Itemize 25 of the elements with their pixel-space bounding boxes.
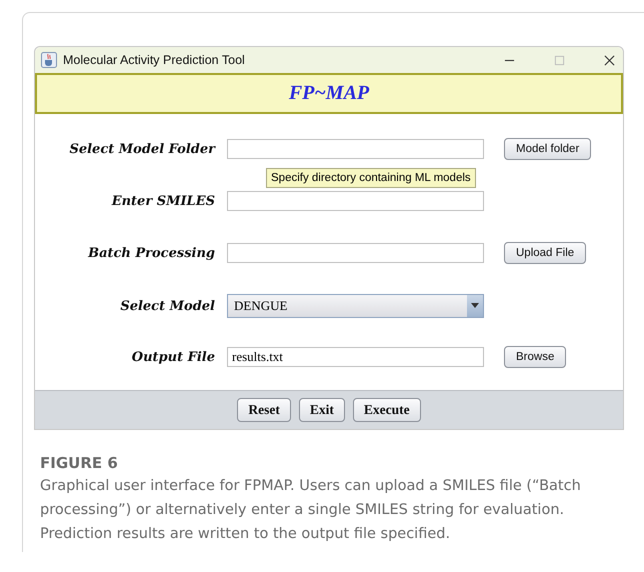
input-field[interactable]	[227, 139, 484, 159]
field-label: Batch Processing	[86, 246, 215, 260]
field-label: Enter SMILES	[110, 194, 215, 208]
cup-icon	[41, 52, 57, 68]
file-button[interactable]: Browse	[504, 346, 566, 368]
file-button[interactable]: Model folder	[504, 138, 592, 160]
input-field[interactable]: results.txt	[227, 347, 484, 367]
maximize-icon[interactable]	[554, 54, 565, 66]
window-title: Molecular Activity Prediction Tool	[63, 53, 245, 67]
input-field[interactable]	[227, 243, 484, 263]
tooltip: Specify directory containing ML models	[266, 168, 476, 188]
action-button[interactable]: Exit	[298, 398, 345, 422]
app-logo-title: FP~MAP	[288, 82, 370, 105]
figure-label: FIGURE 6	[40, 454, 119, 472]
field-label: Select Model	[119, 298, 215, 314]
field-label: Output File	[130, 350, 215, 364]
file-button[interactable]: Upload File	[504, 242, 586, 264]
figure-caption: Graphical user interface for FPMAP. Users can upload a SMILES file (“Batch processing”) or alternatively enter a single SMILES string for evaluation. Prediction results are written to the output file specified.	[40, 477, 582, 544]
action-button[interactable]: Reset	[237, 398, 291, 422]
input-field[interactable]	[227, 191, 484, 211]
action-button[interactable]: Execute	[352, 398, 421, 422]
field-label: Select Model Folder	[68, 142, 215, 156]
caret-icon	[471, 303, 479, 309]
close-icon[interactable]	[604, 54, 615, 66]
model-dropdown[interactable]: DENGUE	[227, 294, 484, 318]
